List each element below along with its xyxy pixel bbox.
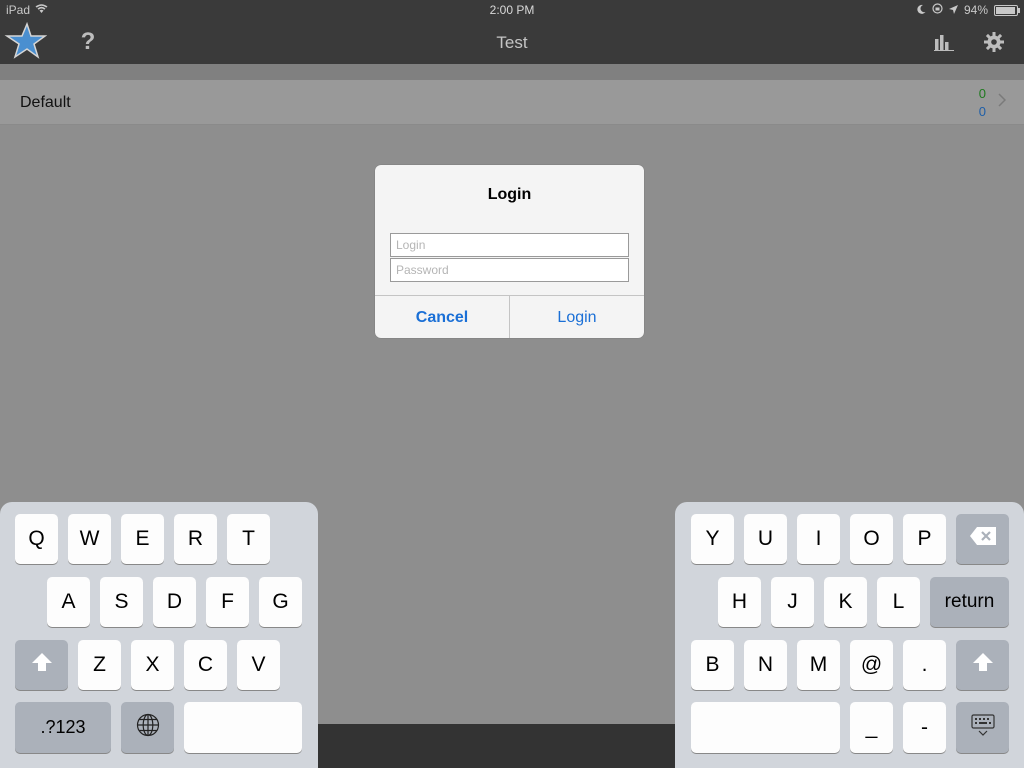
keyboard-left: Q W E R T A S D F G Z X C V .?123 [0, 502, 318, 768]
globe-key[interactable] [121, 702, 174, 753]
globe-icon [136, 713, 160, 743]
key-o[interactable]: O [850, 514, 893, 564]
shift-key-right[interactable] [956, 640, 1009, 690]
deck-row[interactable]: Default 0 0 [0, 80, 1024, 125]
key-z[interactable]: Z [78, 640, 121, 690]
key-b[interactable]: B [691, 640, 734, 690]
shift-key[interactable] [15, 640, 68, 690]
location-icon [948, 3, 958, 17]
keyboard-right: Y U I O P H J K L return B N M @ . _ - [675, 502, 1024, 768]
key-hyphen[interactable]: - [903, 702, 946, 753]
key-q[interactable]: Q [15, 514, 58, 564]
key-u[interactable]: U [744, 514, 787, 564]
backspace-icon [969, 526, 997, 552]
login-input[interactable] [390, 233, 629, 257]
dialog-title: Login [487, 186, 532, 203]
return-key[interactable]: return [930, 577, 1009, 627]
key-c[interactable]: C [184, 640, 227, 690]
key-y[interactable]: Y [691, 514, 734, 564]
key-v[interactable]: V [237, 640, 280, 690]
backspace-key[interactable] [956, 514, 1009, 564]
keyboard-hide-icon [970, 713, 995, 742]
list-header-gap [0, 64, 1024, 80]
password-input[interactable] [390, 258, 629, 282]
key-a[interactable]: A [47, 577, 90, 627]
key-j[interactable]: J [771, 577, 814, 627]
dialog-buttons: Cancel Login [375, 295, 644, 338]
new-count: 0 [978, 86, 986, 101]
page-title: Test [496, 33, 528, 52]
key-s[interactable]: S [100, 577, 143, 627]
key-g[interactable]: G [259, 577, 302, 627]
key-t[interactable]: T [227, 514, 270, 564]
key-p[interactable]: P [903, 514, 946, 564]
nav-bar: ? Test [0, 20, 1024, 64]
gear-icon[interactable] [976, 20, 1012, 64]
key-h[interactable]: H [718, 577, 761, 627]
deck-counts: 0 0 [979, 85, 986, 121]
key-n[interactable]: N [744, 640, 787, 690]
key-r[interactable]: R [174, 514, 217, 564]
battery-fill [996, 6, 1015, 14]
key-period[interactable]: . [903, 640, 946, 690]
space-key-left[interactable] [184, 702, 302, 753]
battery-percent: 94% [963, 3, 988, 17]
chevron-right-icon [998, 93, 1007, 112]
key-w[interactable]: W [68, 514, 111, 564]
shift-icon [972, 652, 994, 678]
hide-keyboard-key[interactable] [956, 702, 1009, 753]
chart-icon[interactable] [926, 20, 962, 64]
shift-icon [31, 652, 53, 678]
key-x[interactable]: X [131, 640, 174, 690]
key-underscore[interactable]: _ [850, 702, 893, 753]
numbers-key[interactable]: .?123 [15, 702, 111, 753]
space-key-right[interactable] [691, 702, 840, 753]
login-dialog: Login Cancel Login [375, 165, 644, 338]
status-bar: iPad 2:00 PM 94% [0, 0, 1024, 20]
deck-name: Default [20, 94, 71, 111]
moon-icon [917, 3, 926, 17]
key-at[interactable]: @ [850, 640, 893, 690]
battery-icon [994, 4, 1020, 16]
key-i[interactable]: I [797, 514, 840, 564]
login-button[interactable]: Login [510, 296, 644, 338]
key-d[interactable]: D [153, 577, 196, 627]
key-f[interactable]: F [206, 577, 249, 627]
rotation-lock-icon [932, 3, 943, 17]
key-e[interactable]: E [121, 514, 164, 564]
key-l[interactable]: L [877, 577, 920, 627]
review-count: 0 [978, 104, 986, 119]
status-time: 2:00 PM [489, 3, 535, 17]
cancel-button[interactable]: Cancel [375, 296, 510, 338]
key-m[interactable]: M [797, 640, 840, 690]
key-k[interactable]: K [824, 577, 867, 627]
